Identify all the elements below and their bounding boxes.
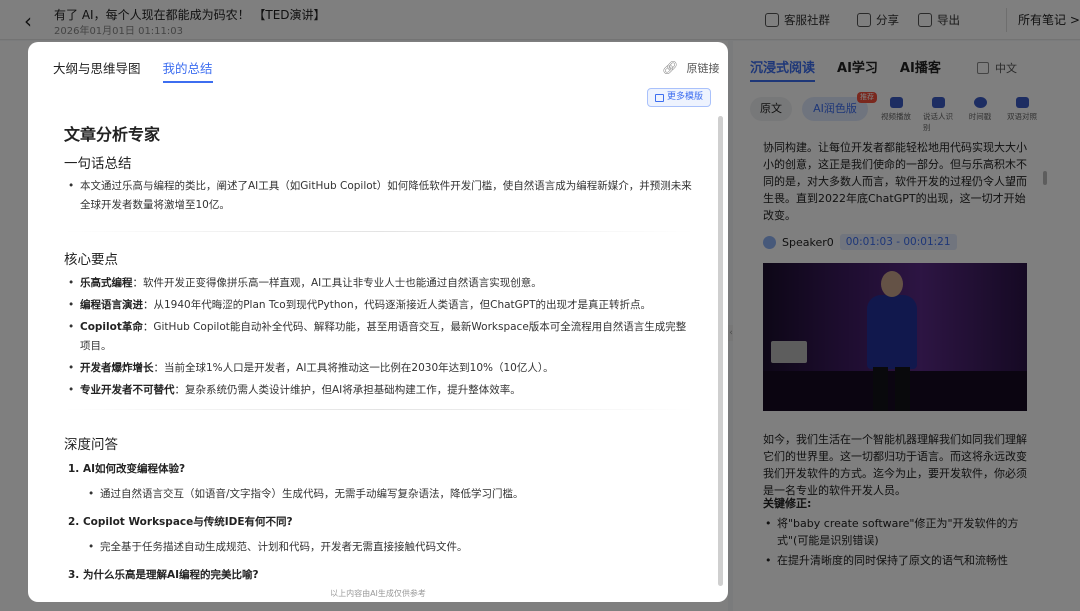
list-item: 本文通过乐高与编程的类比，阐述了AI工具（如GitHub Copilot）如何降… bbox=[68, 177, 692, 215]
point-label: Copilot革命 bbox=[80, 321, 143, 333]
summary-list: 本文通过乐高与编程的类比，阐述了AI工具（如GitHub Copilot）如何降… bbox=[68, 177, 692, 215]
original-link-label: 原链接 bbox=[686, 62, 720, 75]
qa-question: 2. Copilot Workspace与传统IDE有何不同? bbox=[68, 516, 293, 528]
qa-heading: 深度问答 bbox=[64, 437, 118, 453]
section-divider bbox=[64, 231, 694, 232]
list-item: 乐高式编程：软件开发正变得像拼乐高一样直观，AI工具让非专业人士也能通过自然语言… bbox=[68, 274, 692, 293]
key-points-list: 乐高式编程：软件开发正变得像拼乐高一样直观，AI工具让非专业人士也能通过自然语言… bbox=[68, 274, 692, 400]
qa-answer: 通过自然语言交互（如语音/文字指令）生成代码，无需手动编写复杂语法，降低学习门槛… bbox=[88, 485, 688, 504]
point-label: 专业开发者不可替代 bbox=[80, 384, 175, 396]
modal-tabs: 大纲与思维导图 我的总结 bbox=[53, 58, 213, 83]
point-text: ：软件开发正变得像拼乐高一样直观，AI工具让非专业人士也能通过自然语言实现创意。 bbox=[132, 277, 542, 289]
point-label: 开发者爆炸增长 bbox=[80, 362, 154, 374]
link-icon: 🔗︎ bbox=[662, 60, 679, 76]
qa-question: 1. AI如何改变编程体验? bbox=[68, 463, 186, 475]
modal-scrollbar[interactable] bbox=[718, 116, 723, 586]
summary-content: 文章分析专家 一句话总结 本文通过乐高与编程的类比，阐述了AI工具（如GitHu… bbox=[64, 112, 694, 582]
key-points-heading: 核心要点 bbox=[64, 252, 118, 268]
tab-my-summary[interactable]: 我的总结 bbox=[162, 58, 213, 83]
summary-heading: 一句话总结 bbox=[64, 156, 132, 172]
list-item: 编程语言演进：从1940年代晦涩的Plan Tco到现代Python，代码逐渐接… bbox=[68, 296, 692, 315]
section-divider bbox=[64, 409, 694, 410]
list-item: 通过自然语言交互（如语音/文字指令）生成代码，无需手动编写复杂语法，降低学习门槛… bbox=[88, 485, 688, 504]
tab-outline-mindmap[interactable]: 大纲与思维导图 bbox=[53, 58, 141, 83]
list-item: Copilot革命：GitHub Copilot能自动补全代码、解释功能，甚至用… bbox=[68, 318, 692, 356]
point-label: 乐高式编程 bbox=[80, 277, 133, 289]
point-text: ：当前全球1%人口是开发者，AI工具将推动这一比例在2030年达到10%（10亿… bbox=[153, 362, 554, 374]
point-text: ：复杂系统仍需人类设计维护，但AI将承担基础构建工作，提升整体效率。 bbox=[174, 384, 521, 396]
list-item: 专业开发者不可替代：复杂系统仍需人类设计维护，但AI将承担基础构建工作，提升整体… bbox=[68, 381, 692, 400]
list-item: 开发者爆炸增长：当前全球1%人口是开发者，AI工具将推动这一比例在2030年达到… bbox=[68, 359, 692, 378]
more-templates-label: 更多模版 bbox=[667, 92, 704, 102]
list-item: 完全基于任务描述自动生成规范、计划和代码，开发者无需直接接触代码文件。 bbox=[88, 538, 688, 557]
article-title: 文章分析专家 bbox=[64, 125, 161, 144]
point-text: ：GitHub Copilot能自动补全代码、解释功能，甚至用语音交互，最新Wo… bbox=[80, 321, 687, 352]
template-icon bbox=[655, 93, 664, 102]
ai-disclaimer: 以上内容由AI生成仅供参考 bbox=[330, 589, 426, 598]
qa-answer: 完全基于任务描述自动生成规范、计划和代码，开发者无需直接接触代码文件。 bbox=[88, 538, 688, 557]
original-link-button[interactable]: 🔗︎ 原链接 bbox=[662, 60, 720, 76]
qa-question: 3. 为什么乐高是理解AI编程的完美比喻? bbox=[68, 569, 259, 581]
point-text: ：从1940年代晦涩的Plan Tco到现代Python，代码逐渐接近人类语言，… bbox=[143, 299, 652, 311]
scrollbar-thumb[interactable] bbox=[718, 116, 723, 586]
summary-modal: 大纲与思维导图 我的总结 🔗︎ 原链接 更多模版 文章分析专家 一句话总结 本文… bbox=[28, 42, 728, 602]
more-templates-button[interactable]: 更多模版 bbox=[647, 88, 712, 107]
point-label: 编程语言演进 bbox=[80, 299, 143, 311]
